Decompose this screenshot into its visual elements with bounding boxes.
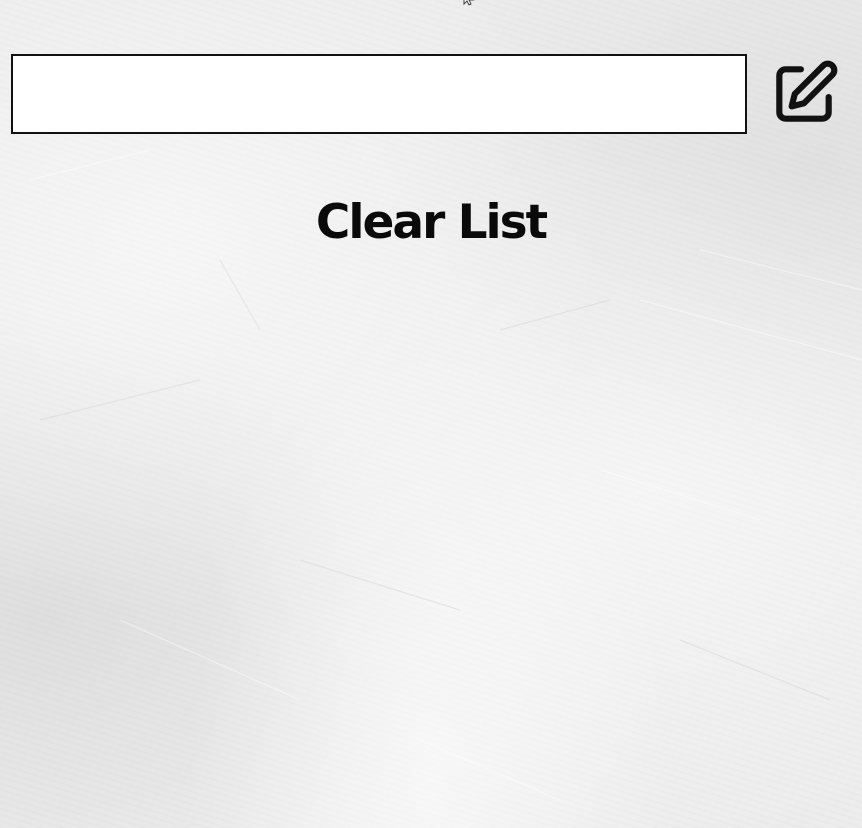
task-list bbox=[11, 280, 847, 800]
add-task-button[interactable] bbox=[764, 56, 844, 132]
edit-icon bbox=[776, 60, 838, 122]
task-input[interactable] bbox=[11, 54, 747, 134]
clear-list-label: Clear List bbox=[315, 195, 548, 250]
clear-list-button[interactable]: Clear List bbox=[0, 188, 862, 258]
mouse-cursor-icon bbox=[462, 0, 476, 6]
